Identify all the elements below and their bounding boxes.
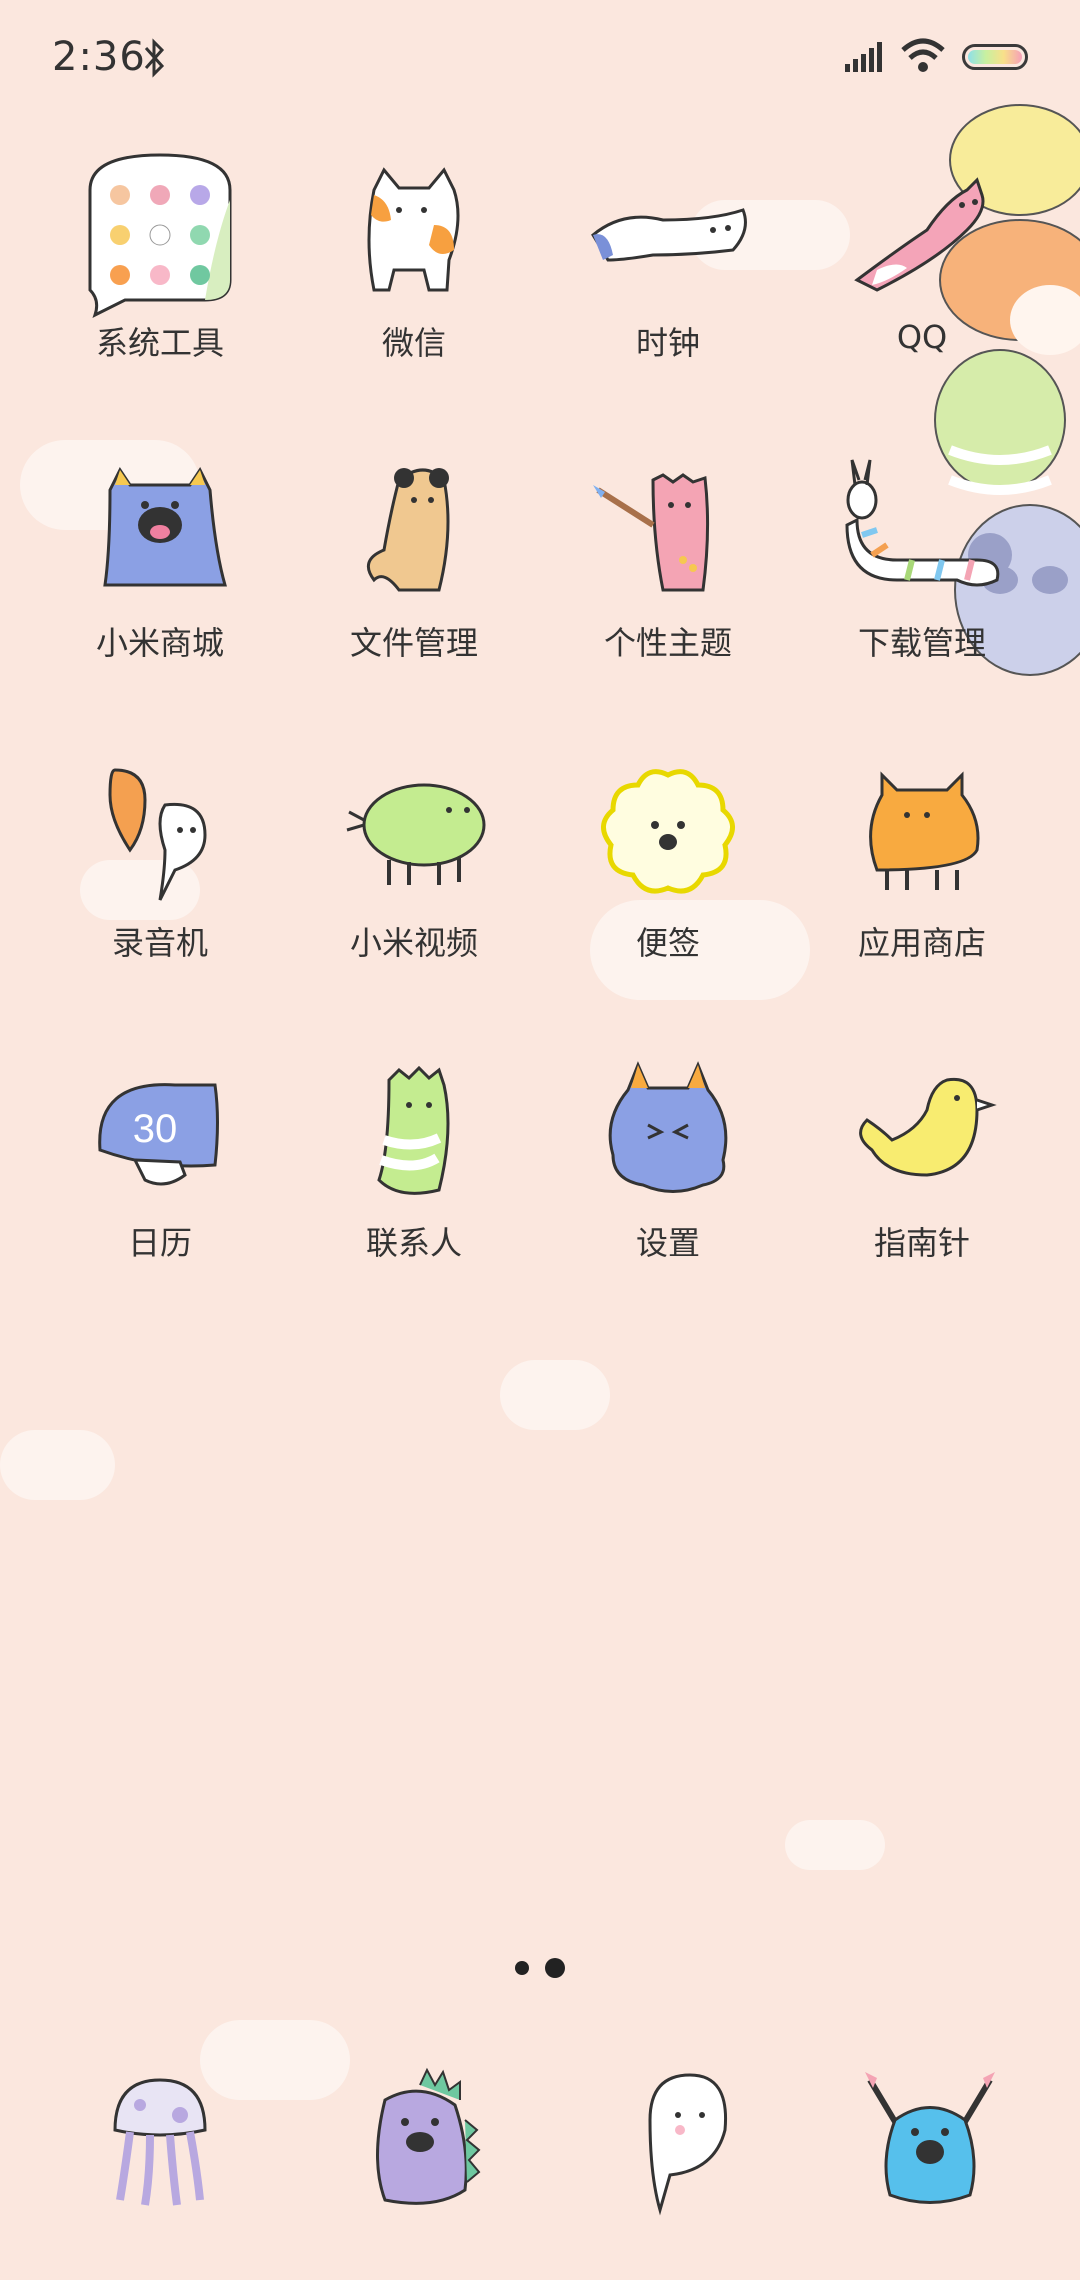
- app-recorder[interactable]: 录音机: [50, 750, 270, 990]
- blue-monster-icon: [103, 467, 227, 587]
- page-indicator[interactable]: [0, 1957, 1080, 1978]
- app-file-manager[interactable]: 文件管理: [304, 450, 524, 690]
- cloud-decoration: [500, 1360, 610, 1430]
- otter-icon: [366, 468, 450, 592]
- app-label: 个性主题: [603, 624, 732, 662]
- app-label: 下载管理: [857, 624, 986, 662]
- app-label: 便签: [635, 924, 700, 962]
- app-label: 小米视频: [349, 924, 478, 962]
- app-label: 文件管理: [349, 624, 478, 662]
- app-label: 应用商店: [857, 924, 986, 962]
- app-label: 设置: [635, 1224, 700, 1262]
- cloud-decoration: [785, 1820, 885, 1870]
- blue-monster-cheer-icon[interactable]: [855, 2060, 1005, 2220]
- purple-dino-icon[interactable]: [345, 2060, 495, 2220]
- painter-icon: [593, 473, 710, 592]
- calendar-mushroom-icon: 30: [98, 1083, 219, 1186]
- jellyfish-icon[interactable]: [85, 2060, 235, 2220]
- folder-icon: [88, 153, 232, 318]
- blue-devil-icon: [608, 1061, 728, 1193]
- app-label: 日历: [127, 1224, 192, 1262]
- app-downloads[interactable]: 下载管理: [812, 450, 1032, 690]
- ghost-icon[interactable]: [610, 2060, 760, 2220]
- balloons-icon: [108, 768, 207, 901]
- sock-icon: [591, 208, 747, 262]
- battery-level: [968, 50, 1022, 64]
- app-mi-store[interactable]: 小米商城: [50, 450, 270, 690]
- app-notes[interactable]: 便签: [558, 750, 778, 990]
- app-label: 系统工具: [95, 324, 224, 362]
- app-contacts[interactable]: 联系人: [304, 1050, 524, 1290]
- green-ghost-icon: [377, 1065, 450, 1195]
- bluetooth-icon: [144, 38, 165, 78]
- app-label: QQ: [896, 318, 948, 356]
- cloud-decoration: [0, 1430, 115, 1500]
- app-mi-video[interactable]: 小米视频: [304, 750, 524, 990]
- page-dot-active[interactable]: [544, 1957, 565, 1978]
- app-themes[interactable]: 个性主题: [558, 450, 778, 690]
- flower-icon: [601, 769, 735, 894]
- page-dot[interactable]: [515, 1960, 530, 1975]
- app-label: 录音机: [111, 924, 208, 962]
- status-time: 2:36: [52, 34, 146, 80]
- app-label: 微信: [381, 324, 446, 362]
- cat-icon: [367, 167, 460, 292]
- orange-bull-icon: [869, 771, 980, 890]
- wifi-icon: [901, 38, 945, 72]
- app-label: 指南针: [873, 1224, 970, 1262]
- status-bar: 2:36: [0, 0, 1080, 120]
- pink-creature-icon: [854, 177, 985, 292]
- signal-icon: [845, 42, 882, 72]
- app-qq[interactable]: QQ: [812, 150, 1032, 390]
- app-settings[interactable]: 设置: [558, 1050, 778, 1290]
- battery-icon: [962, 44, 1028, 70]
- app-label: 联系人: [365, 1224, 462, 1262]
- app-wechat[interactable]: 微信: [304, 150, 524, 390]
- app-calendar[interactable]: 30 日历: [50, 1050, 270, 1290]
- app-label: 小米商城: [95, 624, 224, 662]
- app-label: 时钟: [635, 324, 700, 362]
- app-clock[interactable]: 时钟: [558, 150, 778, 390]
- app-compass[interactable]: 指南针: [812, 1050, 1032, 1290]
- yellow-bird-icon: [859, 1077, 997, 1177]
- striped-worm-icon: [845, 459, 1000, 587]
- app-system-tools[interactable]: 系统工具: [50, 150, 270, 390]
- green-pig-icon: [346, 783, 486, 885]
- calendar-date-badge: 30: [133, 1107, 178, 1151]
- app-app-store[interactable]: 应用商店: [812, 750, 1032, 990]
